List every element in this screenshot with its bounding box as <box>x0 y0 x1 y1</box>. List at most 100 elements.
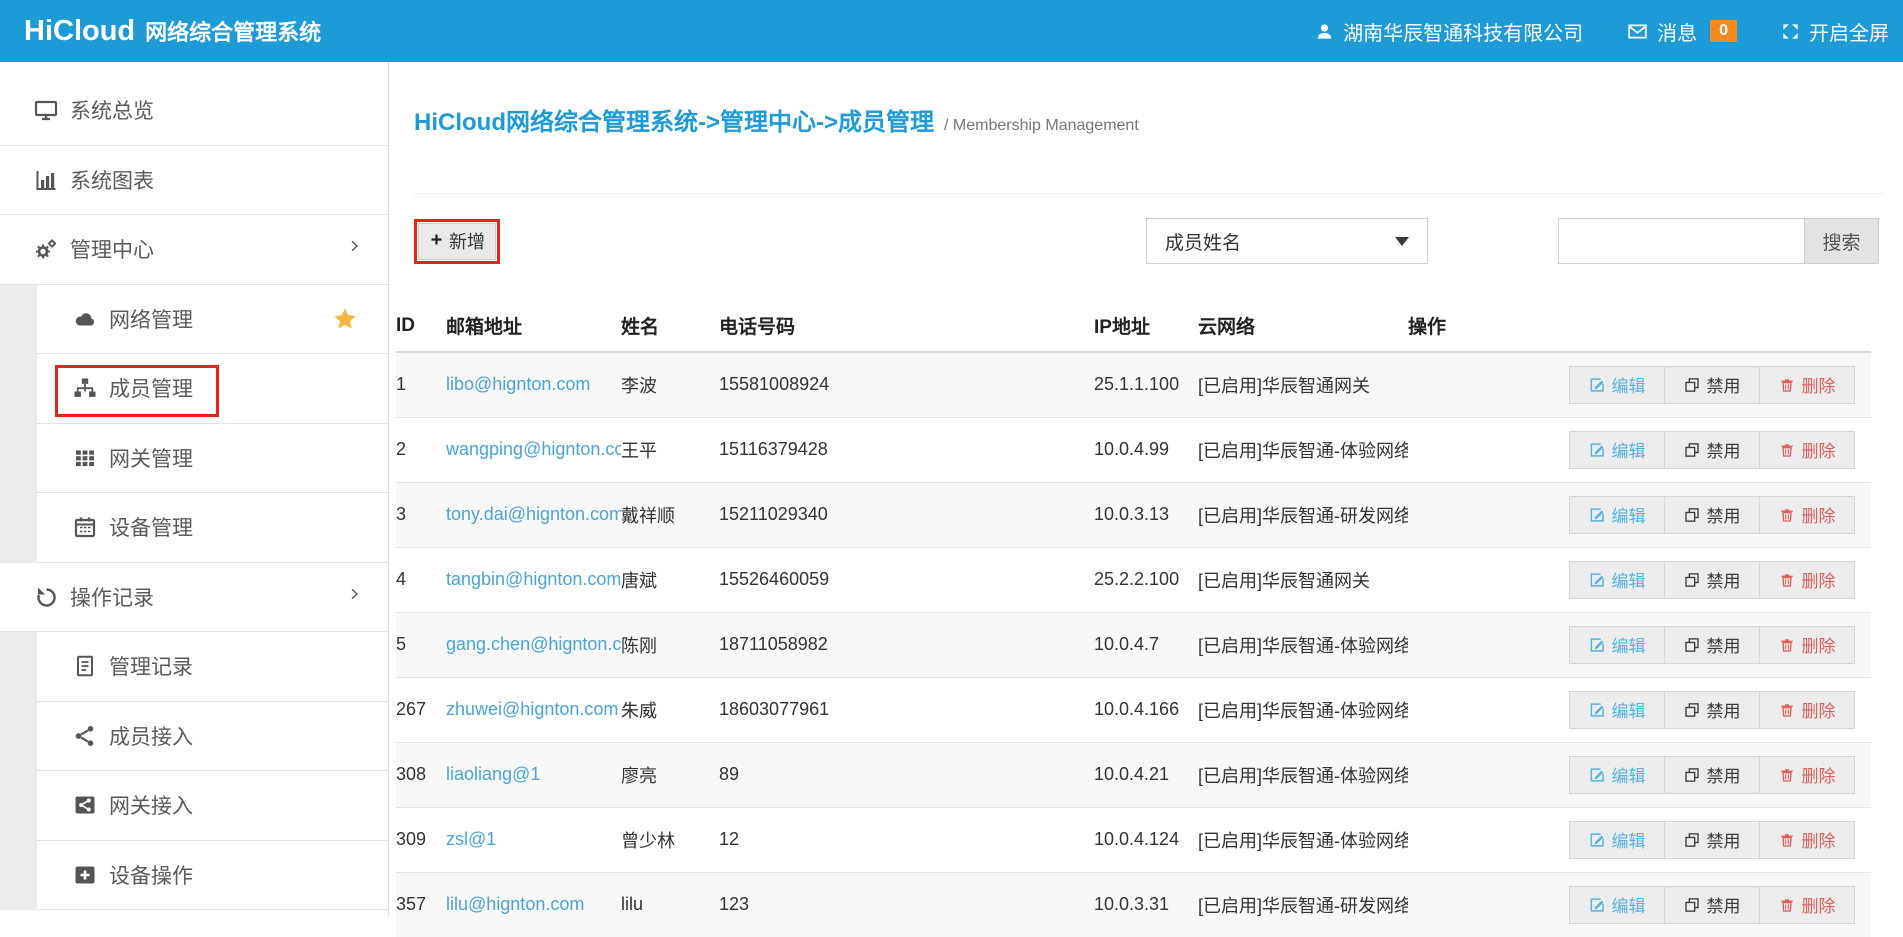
sidebar-item-device-mgmt[interactable]: 设备管理 <box>37 493 388 563</box>
sidebar-item-system-charts[interactable]: 系统图表 <box>0 146 388 216</box>
delete-button[interactable]: 删除 <box>1759 691 1855 729</box>
disable-button[interactable]: 禁用 <box>1664 756 1760 794</box>
messages-label: 消息 <box>1657 17 1697 46</box>
sidebar-item-network-mgmt[interactable]: 网络管理 <box>37 285 388 355</box>
cell-actions: 编辑禁用删除 <box>1408 872 1871 937</box>
cell-name: 李波 <box>621 352 719 417</box>
edit-button[interactable]: 编辑 <box>1569 626 1665 664</box>
members-table-wrap: ID邮箱地址姓名电话号码IP地址云网络操作 1libo@hignton.com李… <box>396 300 1871 937</box>
email-link[interactable]: libo@hignton.com <box>446 374 590 394</box>
cell-name: 王平 <box>621 417 719 482</box>
delete-button-label: 删除 <box>1802 567 1836 592</box>
account-menu[interactable]: 湖南华辰智通科技有限公司 <box>1315 17 1583 46</box>
sidebar-item-system-overview[interactable]: 系统总览 <box>0 76 388 146</box>
delete-button[interactable]: 删除 <box>1759 561 1855 599</box>
trash-icon <box>1779 897 1795 913</box>
disable-button[interactable]: 禁用 <box>1664 821 1760 859</box>
action-button-group: 编辑禁用删除 <box>1408 886 1863 924</box>
cell-network: [已启用]华辰智通-研发网络 <box>1198 482 1408 547</box>
delete-button[interactable]: 删除 <box>1759 626 1855 664</box>
cell-actions: 编辑禁用删除 <box>1408 352 1871 417</box>
sidebar-item-gateway-access[interactable]: 网关接入 <box>37 771 388 841</box>
delete-button[interactable]: 删除 <box>1759 431 1855 469</box>
sidebar-item-label: 设备操作 <box>109 860 193 890</box>
cell-id: 357 <box>396 872 446 937</box>
action-button-group: 编辑禁用删除 <box>1408 821 1863 859</box>
delete-button[interactable]: 删除 <box>1759 366 1855 404</box>
sidebar-item-label: 网络管理 <box>109 304 193 334</box>
edit-button[interactable]: 编辑 <box>1569 821 1665 859</box>
disable-button[interactable]: 禁用 <box>1664 431 1760 469</box>
annotation-box-add: 新增 <box>414 219 500 264</box>
company-name: 湖南华辰智通科技有限公司 <box>1343 17 1583 46</box>
edit-button-label: 编辑 <box>1612 437 1646 462</box>
column-header: 邮箱地址 <box>446 300 621 352</box>
edit-button[interactable]: 编辑 <box>1569 496 1665 534</box>
edit-button[interactable]: 编辑 <box>1569 756 1665 794</box>
sidebar-item-member-access[interactable]: 成员接入 <box>37 702 388 772</box>
cell-phone: 15116379428 <box>719 417 1094 482</box>
cell-name: 陈刚 <box>621 612 719 677</box>
disable-button[interactable]: 禁用 <box>1664 366 1760 404</box>
email-link[interactable]: tony.dai@hignton.com <box>446 504 621 524</box>
edit-button[interactable]: 编辑 <box>1569 366 1665 404</box>
cell-ip: 25.2.2.100 <box>1094 547 1198 612</box>
filter-dropdown[interactable]: 成员姓名 <box>1146 218 1428 264</box>
delete-button[interactable]: 删除 <box>1759 496 1855 534</box>
sidebar-item-admin-log[interactable]: 管理记录 <box>37 632 388 702</box>
cell-id: 3 <box>396 482 446 547</box>
disable-button[interactable]: 禁用 <box>1664 691 1760 729</box>
email-link[interactable]: lilu@hignton.com <box>446 894 584 914</box>
edit-button-label: 编辑 <box>1612 632 1646 657</box>
pencil-icon <box>1589 572 1605 588</box>
sidebar-item-member-mgmt[interactable]: 成员管理 <box>37 354 388 424</box>
email-link[interactable]: tangbin@hignton.com <box>446 569 621 589</box>
table-row: 1libo@hignton.com李波1558100892425.1.1.100… <box>396 352 1871 417</box>
clone-icon <box>1684 767 1700 783</box>
disable-button[interactable]: 禁用 <box>1664 561 1760 599</box>
add-button[interactable]: 新增 <box>418 223 496 260</box>
edit-button[interactable]: 编辑 <box>1569 561 1665 599</box>
delete-button[interactable]: 删除 <box>1759 886 1855 924</box>
fullscreen-button[interactable]: 开启全屏 <box>1781 17 1889 46</box>
column-header: ID <box>396 300 446 352</box>
cell-network: [已启用]华辰智通-体验网络 <box>1198 677 1408 742</box>
sidebar-item-gateway-mgmt[interactable]: 网关管理 <box>37 424 388 494</box>
topbar: HiCloud 网络综合管理系统 湖南华辰智通科技有限公司 消息 0 开启全屏 <box>0 0 1903 62</box>
sidebar-item-label: 网关管理 <box>109 443 193 473</box>
edit-button[interactable]: 编辑 <box>1569 886 1665 924</box>
sidebar-item-admin-center[interactable]: 管理中心 <box>0 215 388 285</box>
email-link[interactable]: zsl@1 <box>446 829 496 849</box>
delete-button-label: 删除 <box>1802 437 1836 462</box>
cell-email: lilu@hignton.com <box>446 872 621 937</box>
plus-square-icon <box>73 863 97 887</box>
members-table: ID邮箱地址姓名电话号码IP地址云网络操作 1libo@hignton.com李… <box>396 300 1871 937</box>
email-link[interactable]: wangping@hignton.com <box>446 439 621 459</box>
cell-ip: 10.0.3.13 <box>1094 482 1198 547</box>
edit-button[interactable]: 编辑 <box>1569 431 1665 469</box>
disable-button[interactable]: 禁用 <box>1664 886 1760 924</box>
disable-button[interactable]: 禁用 <box>1664 496 1760 534</box>
star-icon[interactable] <box>332 306 358 332</box>
delete-button[interactable]: 删除 <box>1759 821 1855 859</box>
delete-button[interactable]: 删除 <box>1759 756 1855 794</box>
cell-ip: 10.0.4.99 <box>1094 417 1198 482</box>
sidebar-item-device-operation[interactable]: 设备操作 <box>37 841 388 911</box>
sidebar-item-operation-log[interactable]: 操作记录 <box>0 563 388 633</box>
email-link[interactable]: zhuwei@hignton.com <box>446 699 618 719</box>
edit-button[interactable]: 编辑 <box>1569 691 1665 729</box>
cell-network: [已启用]华辰智通网关 <box>1198 352 1408 417</box>
pencil-icon <box>1589 702 1605 718</box>
cell-name: 朱威 <box>621 677 719 742</box>
sidebar-item-label: 管理记录 <box>109 651 193 681</box>
cell-actions: 编辑禁用删除 <box>1408 612 1871 677</box>
disable-button[interactable]: 禁用 <box>1664 626 1760 664</box>
search-button[interactable]: 搜索 <box>1804 218 1879 264</box>
email-link[interactable]: gang.chen@hignton.com <box>446 634 621 654</box>
search-input[interactable] <box>1558 218 1804 264</box>
table-row: 5gang.chen@hignton.com陈刚1871105898210.0.… <box>396 612 1871 677</box>
cell-email: libo@hignton.com <box>446 352 621 417</box>
messages-button[interactable]: 消息 0 <box>1627 17 1737 46</box>
email-link[interactable]: liaoliang@1 <box>446 764 540 784</box>
cell-phone: 18603077961 <box>719 677 1094 742</box>
